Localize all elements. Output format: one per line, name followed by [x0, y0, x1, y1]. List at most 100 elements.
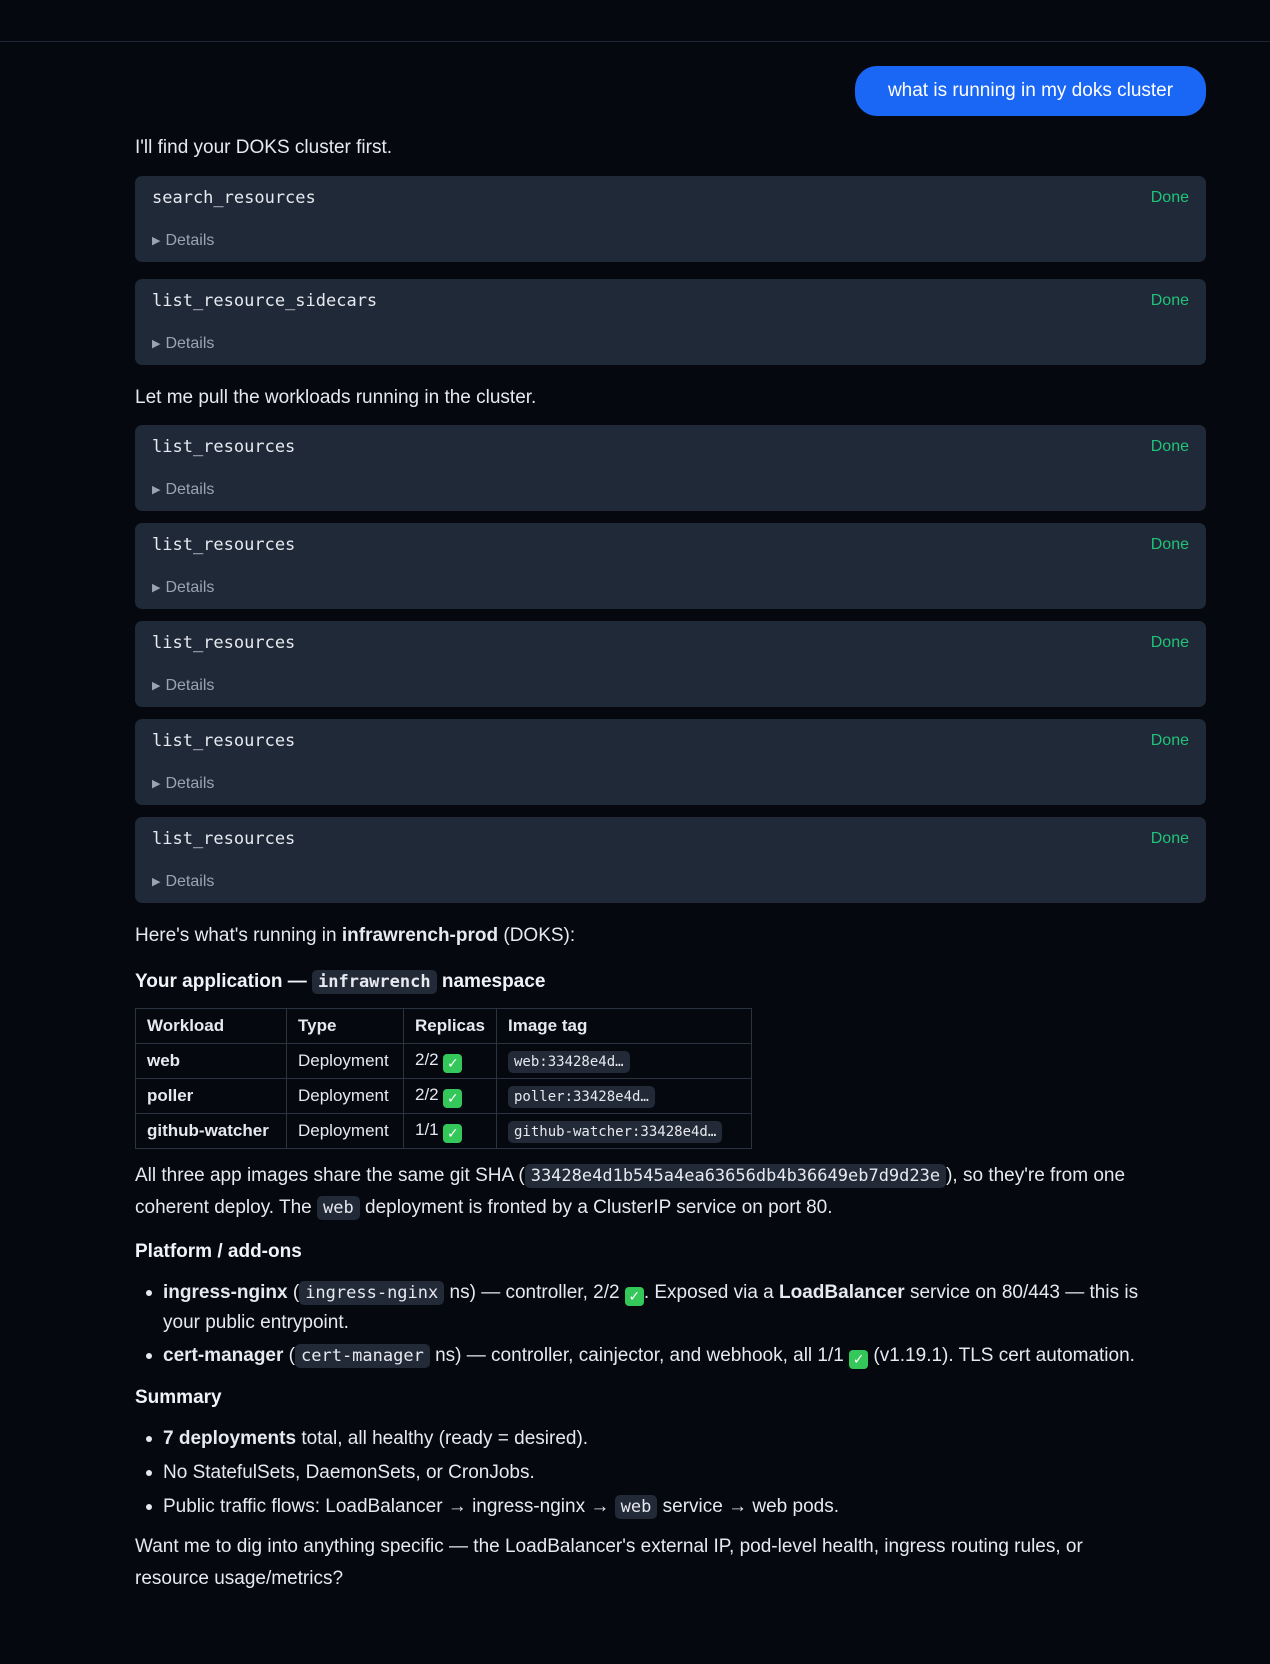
details-toggle[interactable]: ▶ Details	[152, 335, 214, 353]
image-tag-code: web:33428e4d…	[508, 1051, 630, 1073]
addon-name: ingress-nginx	[163, 1282, 288, 1303]
details-label: Details	[165, 579, 215, 596]
triangle-right-icon: ▶	[152, 235, 161, 247]
sha-paragraph: All three app images share the same git …	[135, 1160, 1206, 1224]
tool-call-card: list_resource_sidecars Done ▶ Details	[135, 279, 1206, 365]
text: your public entrypoint.	[163, 1312, 349, 1333]
app-heading: Your application — infrawrench namespace	[135, 970, 546, 994]
text: Public traffic flows: LoadBalancer → ing…	[163, 1496, 615, 1517]
check-emoji-icon: ✓	[443, 1123, 463, 1143]
text: coherent deploy. The	[135, 1197, 318, 1218]
sha-code: 33428e4d1b545a4ea63656db4b36649eb7d9d23e	[524, 1164, 947, 1188]
text: total, all healthy (ready = desired).	[296, 1428, 589, 1449]
tool-name: list_resources	[152, 829, 296, 849]
tool-call-card: list_resources Done ▶ Details	[135, 621, 1206, 707]
tool-status: Done	[1150, 536, 1189, 553]
text: (v1.19.1). TLS cert automation.	[868, 1345, 1135, 1366]
column-header: Workload	[135, 1008, 287, 1044]
replicas-value: 1/1	[415, 1119, 439, 1139]
details-toggle[interactable]: ▶ Details	[152, 775, 214, 793]
tool-call-card: list_resources Done ▶ Details	[135, 523, 1206, 609]
workload-cell: web	[135, 1043, 287, 1079]
text: ), so they're from one	[946, 1165, 1126, 1186]
tool-status: Done	[1150, 189, 1189, 206]
replicas-cell: 1/1 ✓	[403, 1113, 497, 1149]
triangle-right-icon: ▶	[152, 582, 161, 594]
details-toggle[interactable]: ▶ Details	[152, 677, 214, 695]
image-tag-code: poller:33428e4d…	[508, 1086, 655, 1108]
text: All three app images share the same git …	[135, 1165, 525, 1186]
triangle-right-icon: ▶	[152, 338, 161, 350]
details-toggle[interactable]: ▶ Details	[152, 481, 214, 499]
tool-name: search_resources	[152, 188, 316, 208]
text: namespace	[436, 971, 546, 992]
tool-status: Done	[1150, 438, 1189, 455]
bold-text: 7 deployments	[163, 1428, 297, 1449]
top-bar	[0, 0, 1270, 42]
text: Here's what's running in	[135, 925, 342, 946]
cluster-name: infrawrench-prod	[341, 925, 499, 946]
summary-heading: Summary	[135, 1387, 222, 1408]
namespace-code: cert-manager	[295, 1344, 430, 1368]
text: ns) — controller, 2/2	[444, 1282, 625, 1303]
check-emoji-icon: ✓	[443, 1088, 463, 1108]
check-emoji-icon: ✓	[849, 1350, 869, 1369]
text: (DOKS):	[498, 925, 576, 946]
text: service on 80/443 — this is	[904, 1282, 1139, 1303]
text: Your application —	[135, 971, 312, 992]
replicas-value: 2/2	[415, 1049, 439, 1069]
summary-intro: Here's what's running in infrawrench-pro…	[135, 920, 575, 952]
tool-status: Done	[1150, 732, 1189, 749]
tool-name: list_resources	[152, 535, 296, 555]
workloads-table: Workload Type Replicas Image tag web Dep…	[135, 1008, 752, 1149]
table-row: web Deployment 2/2 ✓ web:33428e4d…	[135, 1043, 752, 1079]
summary-list: 7 deployments total, all healthy (ready …	[135, 1424, 1206, 1522]
sha-line-2: coherent deploy. The web deployment is f…	[135, 1192, 1206, 1224]
text: ns) — controller, cainjector, and webhoo…	[429, 1345, 850, 1366]
text: service → web pods.	[657, 1496, 839, 1517]
details-label: Details	[165, 232, 215, 249]
details-label: Details	[165, 775, 215, 792]
type-cell: Deployment	[286, 1113, 404, 1149]
replicas-cell: 2/2 ✓	[403, 1043, 497, 1079]
list-item: No StatefulSets, DaemonSets, or CronJobs…	[135, 1458, 1206, 1487]
check-emoji-icon: ✓	[624, 1287, 644, 1306]
details-label: Details	[165, 335, 215, 352]
image-tag-code: github-watcher:33428e4d…	[508, 1121, 723, 1143]
tool-status: Done	[1150, 830, 1189, 847]
image-cell: poller:33428e4d…	[496, 1078, 752, 1114]
details-toggle[interactable]: ▶ Details	[152, 873, 214, 891]
tool-status: Done	[1150, 292, 1189, 309]
type-cell: Deployment	[286, 1043, 404, 1079]
text: No StatefulSets, DaemonSets, or CronJobs…	[163, 1462, 535, 1483]
replicas-cell: 2/2 ✓	[403, 1078, 497, 1114]
type-cell: Deployment	[286, 1078, 404, 1114]
details-toggle[interactable]: ▶ Details	[152, 232, 214, 250]
web-code: web	[317, 1196, 360, 1220]
list-item: 7 deployments total, all healthy (ready …	[135, 1424, 1206, 1453]
table-row: github-watcher Deployment 1/1 ✓ github-w…	[135, 1113, 752, 1149]
tool-name: list_resources	[152, 731, 296, 751]
workload-cell: github-watcher	[135, 1113, 287, 1149]
addon-name: cert-manager	[163, 1345, 284, 1366]
bold-text: LoadBalancer	[779, 1282, 905, 1303]
workload-cell: poller	[135, 1078, 287, 1114]
tool-call-card: list_resources Done ▶ Details	[135, 817, 1206, 903]
triangle-right-icon: ▶	[152, 876, 161, 888]
text: Want me to dig into anything specific — …	[135, 1536, 1083, 1557]
details-toggle[interactable]: ▶ Details	[152, 579, 214, 597]
tool-status: Done	[1150, 634, 1189, 651]
table-header-row: Workload Type Replicas Image tag	[135, 1008, 752, 1044]
column-header: Replicas	[403, 1008, 497, 1044]
tool-name: list_resources	[152, 437, 296, 457]
namespace-code: ingress-nginx	[299, 1281, 445, 1305]
triangle-right-icon: ▶	[152, 680, 161, 692]
table-row: poller Deployment 2/2 ✓ poller:33428e4d…	[135, 1078, 752, 1114]
details-label: Details	[165, 677, 215, 694]
platform-list: ingress-nginx ( ingress-nginx ns) — contr…	[135, 1278, 1206, 1371]
triangle-right-icon: ▶	[152, 484, 161, 496]
text: (	[283, 1345, 295, 1366]
check-emoji-icon: ✓	[443, 1053, 463, 1073]
text: . Exposed via a	[643, 1282, 780, 1303]
triangle-right-icon: ▶	[152, 778, 161, 790]
